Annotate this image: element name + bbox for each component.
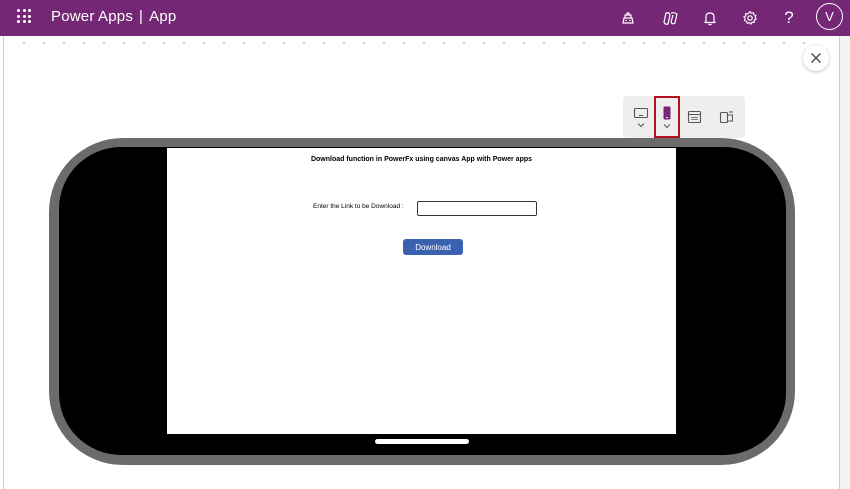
app-screen: Download function in PowerFx using canva…	[167, 148, 676, 434]
environment-name: App	[149, 8, 177, 25]
web-button[interactable]	[681, 96, 707, 138]
left-edge	[0, 36, 4, 489]
app-launcher-icon[interactable]	[17, 9, 31, 23]
link-label: Enter the Link to be Download :	[313, 203, 404, 210]
notifications-icon[interactable]	[699, 7, 721, 29]
app-title: Download function in PowerFx using canva…	[310, 156, 533, 163]
fit-to-screen-icon	[719, 111, 733, 124]
close-preview-button[interactable]	[803, 45, 829, 71]
device-toolbar	[623, 96, 745, 138]
brand: Power Apps | App	[51, 8, 176, 25]
scrollbar[interactable]	[839, 36, 850, 489]
copilot-icon[interactable]	[659, 7, 681, 29]
phone-button[interactable]	[654, 96, 680, 138]
chevron-down-icon	[637, 122, 645, 127]
link-input[interactable]	[417, 201, 537, 216]
tablet-icon	[633, 107, 649, 118]
brand-separator: |	[139, 8, 144, 25]
web-icon	[687, 110, 701, 124]
environment-icon[interactable]	[617, 7, 639, 29]
home-indicator	[375, 439, 469, 444]
chevron-down-icon	[663, 123, 671, 128]
avatar[interactable]: V	[816, 3, 843, 30]
help-icon[interactable]: ?	[778, 7, 800, 29]
fit-to-screen-button[interactable]	[714, 96, 740, 138]
canvas-dot-grid	[14, 42, 814, 44]
tablet-button[interactable]	[628, 96, 654, 138]
phone-icon	[663, 106, 671, 119]
close-icon	[811, 53, 821, 63]
download-button[interactable]: Download	[403, 239, 463, 255]
app-name[interactable]: Power Apps	[51, 8, 133, 25]
settings-icon[interactable]	[739, 7, 761, 29]
top-bar: Power Apps | App ? V	[0, 0, 850, 36]
